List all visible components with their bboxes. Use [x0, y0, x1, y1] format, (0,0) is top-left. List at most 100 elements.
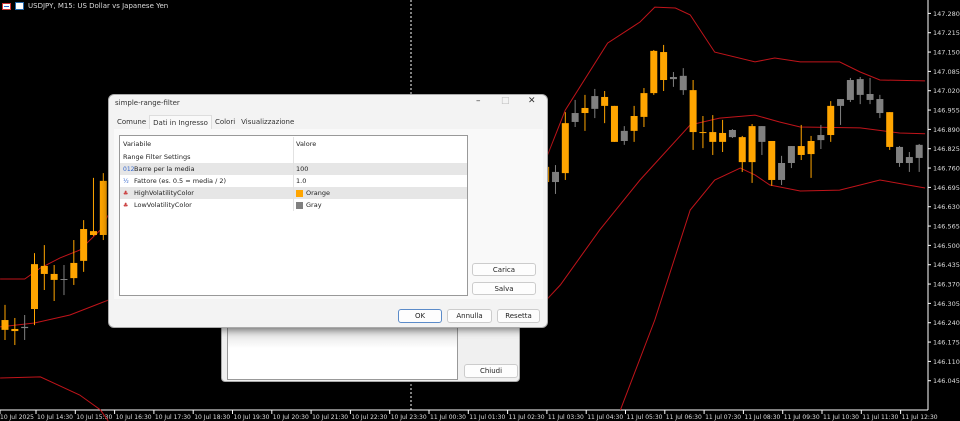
param-name: HighVolatilityColor: [134, 189, 194, 197]
candle-body: [679, 75, 687, 91]
candle-body: [571, 113, 579, 122]
group-label: Range Filter Settings: [120, 150, 294, 163]
candle-body: [758, 126, 766, 142]
time-label: 11 Jul 07:30: [705, 414, 741, 421]
price-label: 146.825: [933, 145, 960, 153]
maximize-icon[interactable]: □: [501, 96, 510, 106]
candle-body: [601, 96, 609, 106]
time-label: 10 Jul 14:30: [37, 414, 73, 421]
candle-body: [660, 52, 668, 81]
candle-body: [60, 279, 68, 281]
price-label: 146.890: [933, 126, 960, 134]
time-label: 10 Jul 22:30: [351, 414, 387, 421]
candle-body: [80, 229, 88, 261]
close-icon[interactable]: ✕: [528, 96, 536, 106]
candle-body: [817, 135, 825, 141]
param-value[interactable]: 1.0: [296, 177, 306, 185]
candle-body: [827, 105, 835, 136]
price-label: 146.305: [933, 300, 960, 308]
dialog-title: simple-range-filter: [115, 99, 180, 107]
time-label: 10 Jul 19:30: [234, 414, 270, 421]
symbol-icon: [15, 2, 24, 10]
time-label: 11 Jul 08:30: [744, 414, 780, 421]
background-dialog: Chiudi: [221, 322, 520, 382]
candle-body: [591, 96, 599, 109]
param-value[interactable]: Orange: [306, 189, 330, 197]
inputs-table: Variabile Valore Range Filter Settings 0…: [119, 135, 468, 296]
time-label: 10 Jul 18:30: [194, 414, 230, 421]
candle-body: [886, 112, 894, 147]
candle-body: [768, 140, 776, 180]
price-label: 147.280: [933, 10, 960, 18]
candle-body: [837, 99, 845, 106]
price-label: 146.370: [933, 281, 960, 289]
candle-body: [610, 105, 618, 142]
tab-dati-in-ingresso[interactable]: Dati in Ingresso: [149, 115, 212, 130]
candle-body: [70, 262, 78, 279]
time-label: 10 Jul 2025: [0, 414, 34, 421]
table-row[interactable]: ♣ HighVolatilityColor Orange: [120, 187, 467, 199]
price-label: 146.695: [933, 184, 960, 192]
price-label: 146.955: [933, 107, 960, 115]
candle-body: [630, 116, 638, 131]
price-label: 147.020: [933, 87, 960, 95]
param-name: Barre per la media: [134, 165, 195, 173]
band-middle-line: [0, 299, 109, 328]
candle-body: [1, 320, 9, 330]
chart-window-icon: [2, 2, 11, 10]
candle-body: [669, 77, 677, 80]
time-label: 11 Jul 12:30: [902, 414, 938, 421]
param-value[interactable]: 100: [296, 165, 308, 173]
candle-body: [876, 99, 884, 114]
candle-body: [699, 132, 707, 134]
time-label: 11 Jul 01:30: [469, 414, 505, 421]
minimize-icon[interactable]: –: [476, 96, 481, 106]
candle-body: [728, 129, 736, 138]
price-label: 146.045: [933, 377, 960, 385]
tab-colori[interactable]: Colori: [212, 115, 238, 130]
cancel-button[interactable]: Annulla: [447, 309, 492, 323]
candle-body: [905, 157, 913, 163]
candle-body: [99, 180, 107, 235]
price-label: 147.085: [933, 68, 960, 76]
candle-body: [846, 80, 854, 100]
time-label: 11 Jul 00:30: [430, 414, 466, 421]
candle-body: [719, 132, 727, 142]
candle-body: [640, 93, 648, 117]
symbol-title: USDJPY, M15: US Dollar vs Japanese Yen: [28, 2, 169, 10]
candle-body: [778, 162, 786, 180]
candle-body: [748, 126, 756, 163]
reset-button[interactable]: Resetta: [497, 309, 540, 323]
time-label: 10 Jul 20:30: [273, 414, 309, 421]
ok-button[interactable]: OK: [398, 309, 442, 323]
candle-body: [689, 90, 697, 133]
load-button[interactable]: Carica: [472, 263, 536, 276]
param-value[interactable]: Gray: [306, 201, 322, 209]
close-button[interactable]: Chiudi: [464, 364, 518, 378]
save-button[interactable]: Salva: [472, 282, 536, 295]
inputs-panel: Variabile Valore Range Filter Settings 0…: [114, 129, 543, 299]
table-row[interactable]: 012 Barre per la media 100: [120, 163, 467, 175]
background-dialog-content: [227, 327, 458, 380]
table-row[interactable]: ½ Fattore (es. 0.5 = media / 2) 1.0: [120, 175, 467, 187]
color-swatch[interactable]: [296, 201, 303, 209]
candle-body: [50, 273, 58, 280]
tab-visualizzazione[interactable]: Visualizzazione: [238, 115, 297, 130]
group-row: Range Filter Settings: [120, 150, 467, 163]
time-label: 11 Jul 02:30: [509, 414, 545, 421]
candle-body: [709, 132, 717, 142]
time-label: 10 Jul 23:30: [391, 414, 427, 421]
price-label: 146.175: [933, 339, 960, 347]
band-middle-line: [539, 114, 926, 308]
time-label: 10 Jul 16:30: [116, 414, 152, 421]
candle-body: [896, 146, 904, 163]
color-swatch[interactable]: [296, 189, 303, 197]
candle-body: [89, 231, 97, 235]
candle-body: [856, 79, 864, 95]
table-row[interactable]: ♣ LowVolatilityColor Gray: [120, 199, 467, 211]
time-label: 11 Jul 10:30: [823, 414, 859, 421]
price-label: 147.215: [933, 29, 960, 37]
candle-body: [650, 50, 658, 94]
tab-comune[interactable]: Comune: [114, 115, 149, 130]
header-value: Valore: [296, 139, 317, 148]
